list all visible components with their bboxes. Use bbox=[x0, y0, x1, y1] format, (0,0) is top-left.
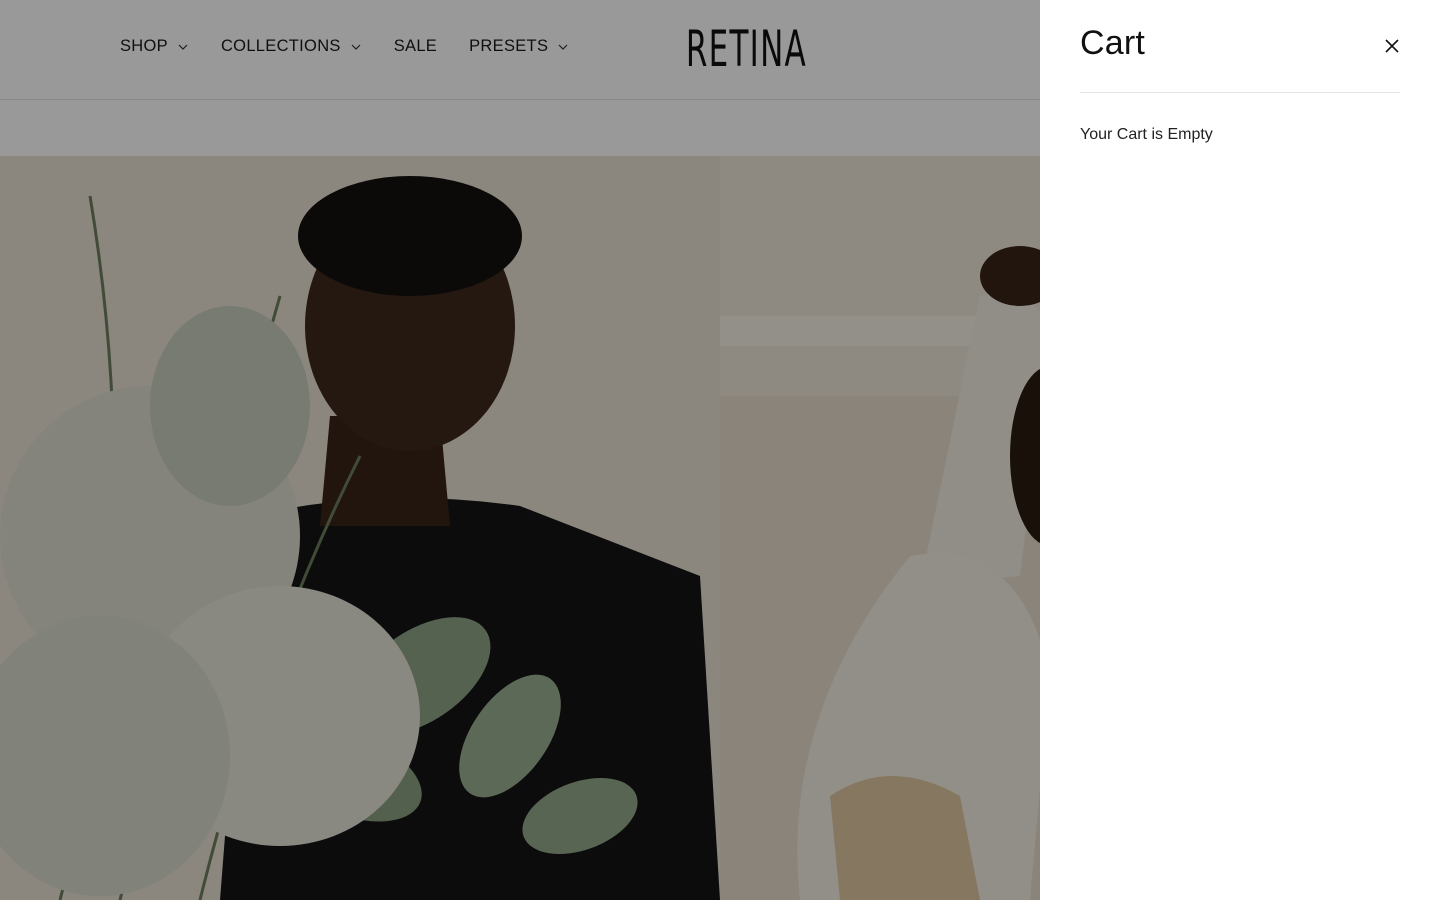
cart-empty-message: Your Cart is Empty bbox=[1080, 126, 1213, 143]
close-icon[interactable] bbox=[1382, 36, 1402, 56]
cart-drawer: Cart Your Cart is Empty bbox=[1040, 0, 1440, 900]
cart-divider bbox=[1080, 92, 1400, 93]
cart-title: Cart bbox=[1080, 24, 1146, 62]
